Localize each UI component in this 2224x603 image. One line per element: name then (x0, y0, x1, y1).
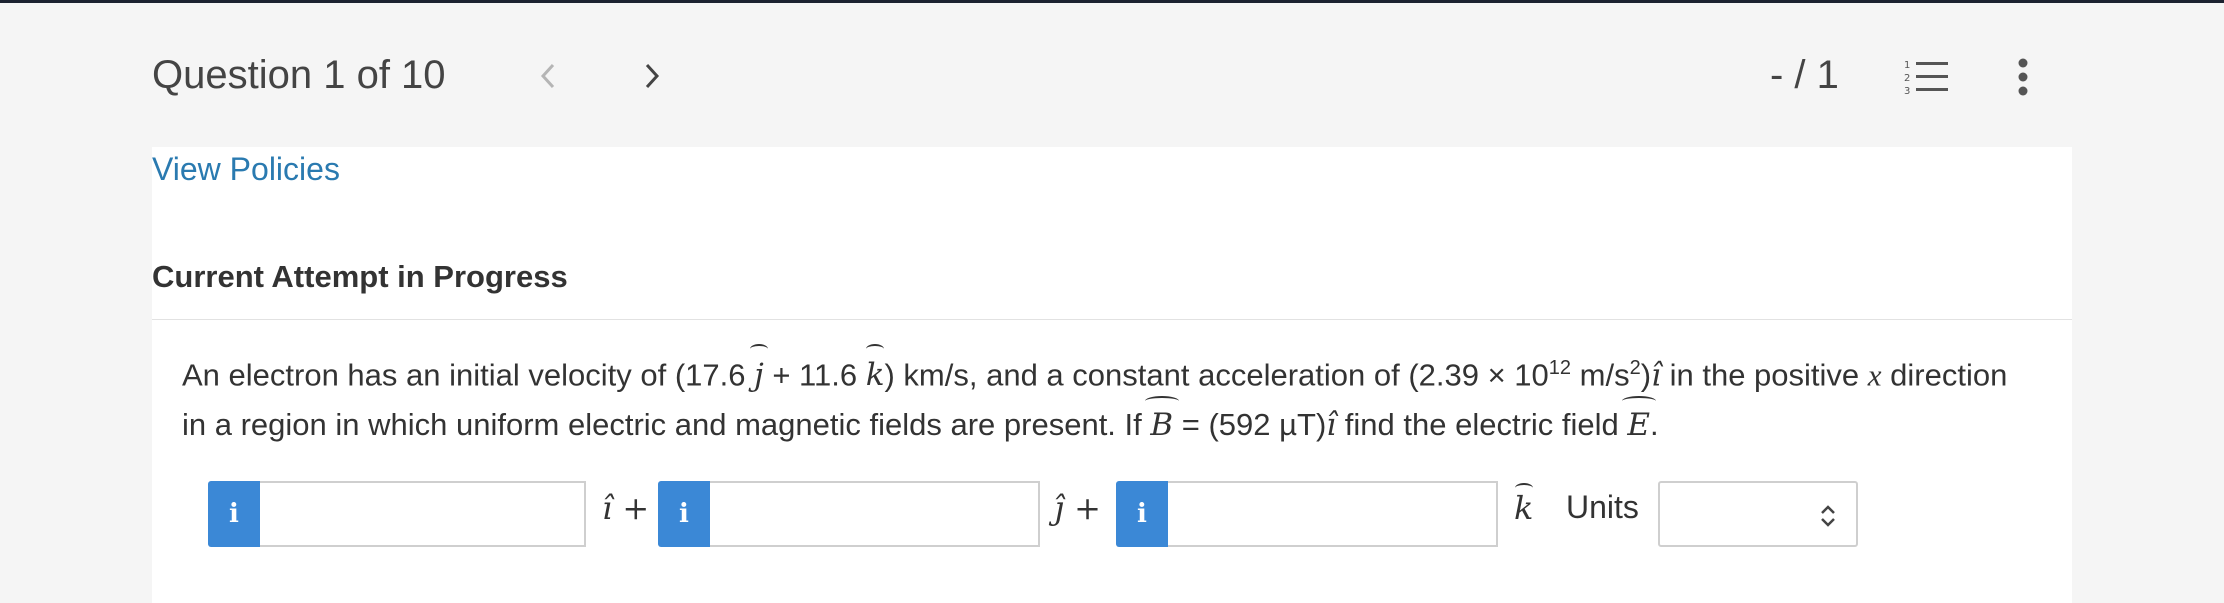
i-unit-label: î + (602, 489, 650, 527)
k-unit-vector: k (866, 350, 885, 400)
k-unit-label: k (1514, 489, 1534, 527)
more-options-button[interactable] (2008, 55, 2038, 99)
attempt-heading: Current Attempt in Progress (152, 259, 568, 294)
j-unit-label: ĵ + (1054, 489, 1101, 527)
answer-input-i[interactable] (260, 481, 586, 547)
answer-input-j[interactable] (710, 481, 1040, 547)
section-divider (152, 319, 2072, 320)
info-button-k[interactable]: i (1116, 481, 1168, 547)
i-unit-vector: î (1651, 357, 1661, 394)
units-label: Units (1566, 489, 1639, 525)
select-arrows-icon (1821, 505, 1835, 527)
info-icon: i (679, 499, 689, 529)
info-icon: i (1137, 499, 1147, 529)
view-policies-link[interactable]: View Policies (152, 151, 340, 188)
svg-text:3: 3 (1904, 86, 1910, 97)
previous-question-button[interactable] (528, 51, 568, 101)
kebab-menu-icon (2018, 58, 2028, 96)
info-icon: i (229, 499, 239, 529)
score-display: - / 1 (1770, 53, 1839, 97)
b-field-vector: B (1150, 400, 1173, 450)
info-button-j[interactable]: i (658, 481, 710, 547)
question-counter: Question 1 of 10 (152, 53, 446, 97)
question-header: Question 1 of 10 - / 1 1 2 3 (0, 3, 2224, 143)
next-question-button[interactable] (632, 51, 672, 101)
question-list-button[interactable]: 1 2 3 (1904, 57, 1950, 97)
e-field-vector: E (1627, 400, 1650, 450)
question-text: An electron has an initial velocity of (… (182, 343, 2062, 450)
units-select[interactable] (1658, 481, 1858, 547)
info-button-i[interactable]: i (208, 481, 260, 547)
j-unit-vector: j (754, 350, 764, 400)
chevron-left-icon (540, 63, 555, 89)
svg-text:2: 2 (1904, 73, 1910, 84)
chevron-right-icon (645, 63, 660, 89)
svg-text:1: 1 (1904, 60, 1910, 71)
numbered-list-icon: 1 2 3 (1904, 60, 1948, 97)
answer-input-k[interactable] (1168, 481, 1498, 547)
answer-row: i î + i ĵ + i k Units (208, 481, 1928, 547)
